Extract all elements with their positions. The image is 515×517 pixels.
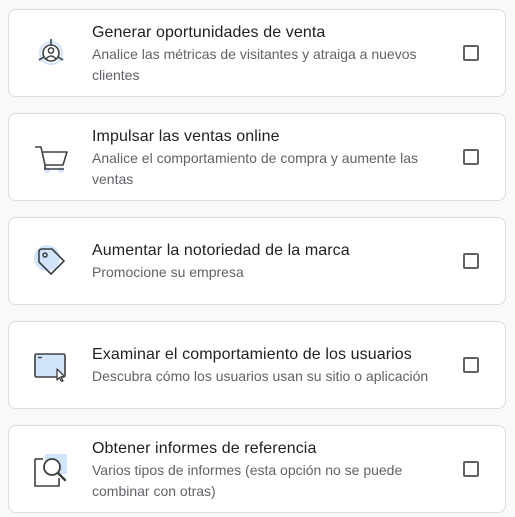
browser-cursor-icon [31, 346, 71, 386]
business-objectives-list: Generar oportunidades de venta Analice l… [0, 0, 515, 517]
objective-card-generate-leads[interactable]: Generar oportunidades de venta Analice l… [8, 9, 506, 97]
leads-icon [31, 32, 71, 72]
objective-title: Generar oportunidades de venta [92, 24, 326, 41]
objective-description: Promocione su empresa [92, 264, 244, 280]
objective-card-online-sales[interactable]: Impulsar las ventas online Analice el co… [8, 113, 506, 201]
report-magnifier-icon [31, 450, 71, 490]
objective-title: Examinar el comportamiento de los usuari… [92, 346, 412, 363]
shopping-cart-icon [31, 137, 71, 177]
objective-description: Analice el comportamiento de compra y au… [92, 150, 419, 187]
objective-card-user-behavior[interactable]: Examinar el comportamiento de los usuari… [8, 321, 506, 409]
objective-card-brand-awareness[interactable]: Aumentar la notoriedad de la marca Promo… [8, 217, 506, 305]
objective-checkbox[interactable] [463, 149, 479, 165]
objective-checkbox[interactable] [463, 253, 479, 269]
objective-title: Obtener informes de referencia [92, 440, 317, 457]
objective-checkbox[interactable] [463, 45, 479, 61]
objective-checkbox[interactable] [463, 357, 479, 373]
objective-description: Analice las métricas de visitantes y atr… [92, 46, 417, 83]
tag-icon [31, 242, 71, 282]
objective-description: Varios tipos de informes (esta opción no… [92, 462, 403, 499]
objective-card-baseline-reports[interactable]: Obtener informes de referencia Varios ti… [8, 425, 506, 513]
objective-checkbox[interactable] [463, 461, 479, 477]
objective-title: Aumentar la notoriedad de la marca [92, 242, 350, 259]
objective-title: Impulsar las ventas online [92, 128, 280, 145]
objective-description: Descubra cómo los usuarios usan su sitio… [92, 368, 429, 384]
